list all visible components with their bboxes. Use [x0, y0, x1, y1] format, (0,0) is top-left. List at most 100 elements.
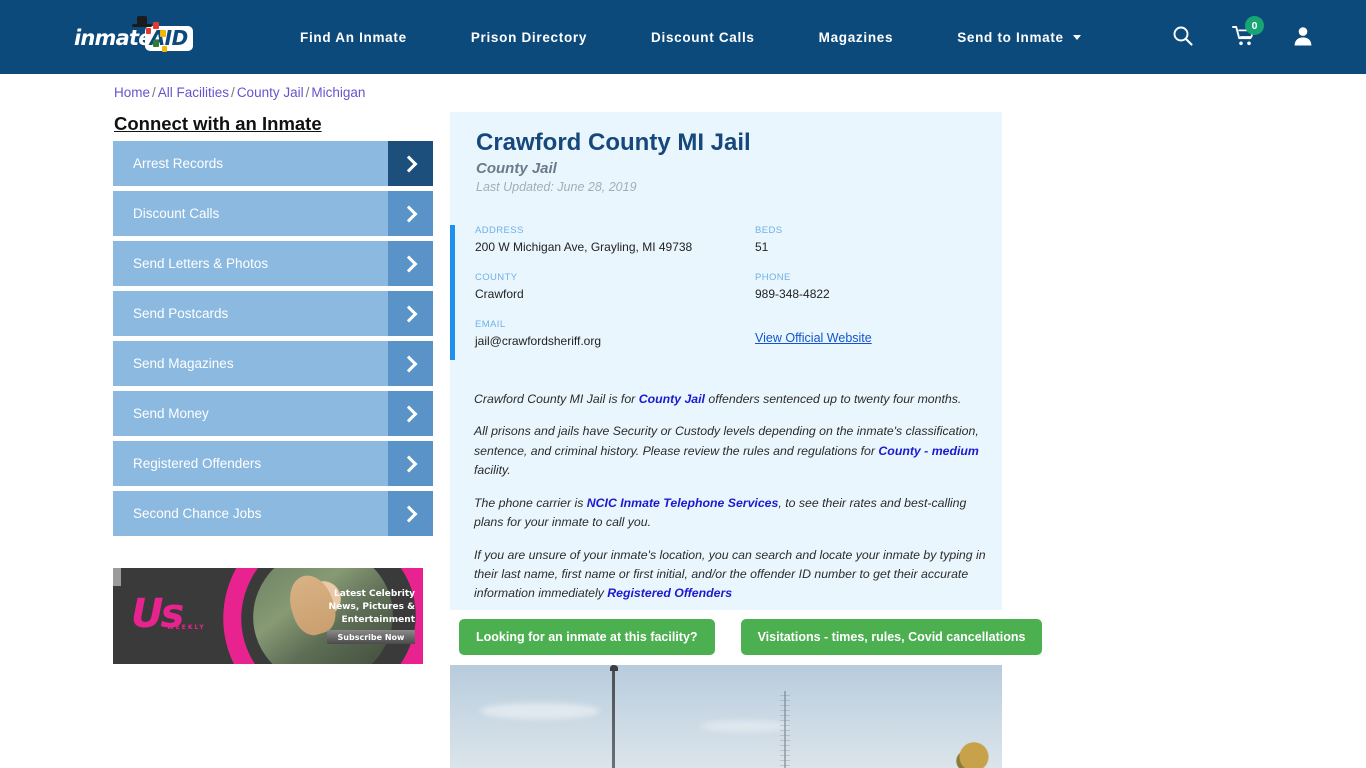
cloud	[700, 720, 790, 732]
sidebar-item-label: Send Money	[133, 406, 209, 421]
sidebar-item-label: Send Letters & Photos	[133, 256, 269, 271]
description-paragraph-2: All prisons and jails have Security or C…	[474, 422, 986, 480]
accent-bar	[450, 225, 455, 360]
sidebar-menu: Arrest Records Discount Calls Send Lette…	[113, 141, 433, 541]
sidebar-item-label: Discount Calls	[133, 206, 220, 221]
confetti-icon	[146, 28, 151, 34]
visitations-button[interactable]: Visitations - times, rules, Covid cancel…	[740, 619, 1043, 655]
detail-value: Crawford	[475, 287, 524, 301]
ad-tagline: Latest Celebrity News, Pictures & Entert…	[328, 589, 415, 626]
breadcrumb-separator: /	[152, 85, 156, 100]
breadcrumb: Home / All Facilities / County Jail / Michigan	[114, 85, 365, 100]
last-updated: Last Updated: June 28, 2019	[476, 180, 637, 194]
description-paragraph-3: The phone carrier is NCIC Inmate Telepho…	[474, 494, 986, 533]
nav-item-find-an-inmate[interactable]: Find An Inmate	[268, 30, 439, 45]
breadcrumb-item-all-facilities[interactable]: All Facilities	[158, 85, 229, 100]
sidebar-heading: Connect with an Inmate	[114, 113, 322, 134]
link-county-jail[interactable]: County Jail	[639, 392, 705, 406]
chevron-right-icon	[388, 141, 433, 186]
detail-label: COUNTY	[475, 272, 518, 283]
tree	[956, 740, 992, 768]
detail-value: 51	[755, 240, 769, 254]
find-inmate-button[interactable]: Looking for an inmate at this facility?	[459, 619, 715, 655]
detail-phone: PHONE 989-348-4822	[755, 272, 995, 301]
flagpole-top	[610, 665, 618, 671]
breadcrumb-item-michigan[interactable]: Michigan	[311, 85, 365, 100]
link-registered-offenders[interactable]: Registered Offenders	[607, 586, 732, 600]
sidebar-item-label: Send Magazines	[133, 356, 234, 371]
breadcrumb-item-home[interactable]: Home	[114, 85, 150, 100]
sidebar-item-label: Second Chance Jobs	[133, 506, 262, 521]
page-title: Crawford County MI Jail	[476, 129, 751, 156]
link-ncic[interactable]: NCIC Inmate Telephone Services	[587, 496, 779, 510]
chevron-right-icon	[388, 291, 433, 336]
advertisement-banner[interactable]: Us WEEKLY Latest Celebrity News, Picture…	[113, 568, 423, 664]
antenna-tower	[784, 691, 786, 768]
ad-brand-sub: WEEKLY	[167, 624, 206, 631]
confetti-icon	[162, 46, 167, 52]
description-paragraph-1: Crawford County MI Jail is for County Ja…	[474, 390, 986, 409]
logo-word: inmate	[74, 26, 152, 50]
detail-county: COUNTY Crawford	[475, 272, 755, 301]
detail-email: EMAIL jail@crawfordsheriff.org	[475, 319, 755, 348]
detail-value: 989-348-4822	[755, 287, 830, 301]
sidebar-item-registered-offenders[interactable]: Registered Offenders	[113, 441, 433, 486]
cart-icon[interactable]: 0	[1232, 16, 1264, 49]
facility-photo	[450, 665, 1002, 768]
chevron-down-icon	[1073, 34, 1082, 40]
nav-label: Send to Inmate	[957, 29, 1064, 45]
facility-description: Crawford County MI Jail is for County Ja…	[474, 390, 986, 617]
chevron-right-icon	[388, 391, 433, 436]
sidebar-item-discount-calls[interactable]: Discount Calls	[113, 191, 433, 236]
sidebar-item-arrest-records[interactable]: Arrest Records	[113, 141, 433, 186]
nav-item-prison-directory[interactable]: Prison Directory	[439, 30, 619, 45]
confetti-icon	[153, 40, 159, 47]
detail-label: BEDS	[755, 225, 783, 236]
nav-item-discount-calls[interactable]: Discount Calls	[619, 30, 787, 45]
nav-item-magazines[interactable]: Magazines	[787, 30, 926, 45]
sidebar-item-send-magazines[interactable]: Send Magazines	[113, 341, 433, 386]
breadcrumb-separator: /	[231, 85, 235, 100]
description-paragraph-4: If you are unsure of your inmate's locat…	[474, 546, 986, 604]
nav-label: Magazines	[818, 29, 894, 45]
text-fragment: offenders sentenced up to twenty four mo…	[704, 392, 962, 406]
sidebar-item-label: Send Postcards	[133, 306, 229, 321]
detail-value: 200 W Michigan Ave, Grayling, MI 49738	[475, 240, 693, 254]
detail-label: PHONE	[755, 272, 791, 283]
ad-corner-marker	[113, 568, 121, 586]
site-logo[interactable]: inmate AID	[74, 16, 193, 58]
sidebar-item-label: Registered Offenders	[133, 456, 262, 471]
sidebar-item-send-money[interactable]: Send Money	[113, 391, 433, 436]
confetti-icon	[153, 22, 159, 29]
chevron-right-icon	[388, 491, 433, 536]
confetti-icon	[160, 30, 166, 37]
logo-aid-badge: AID	[144, 25, 193, 51]
link-county-medium[interactable]: County - medium	[878, 444, 978, 458]
flagpole	[612, 665, 615, 768]
sidebar-item-send-letters-photos[interactable]: Send Letters & Photos	[113, 241, 433, 286]
user-icon[interactable]	[1292, 25, 1314, 49]
main-navigation: Find An Inmate Prison Directory Discount…	[268, 0, 1113, 74]
cloud	[480, 703, 600, 719]
facility-details: ADDRESS 200 W Michigan Ave, Grayling, MI…	[450, 225, 1002, 360]
sidebar-item-second-chance-jobs[interactable]: Second Chance Jobs	[113, 491, 433, 536]
chevron-right-icon	[388, 441, 433, 486]
site-header: inmate AID Find An Inmate Prison Directo…	[0, 0, 1366, 74]
top-hat-icon	[132, 14, 152, 27]
nav-item-send-to-inmate[interactable]: Send to Inmate	[925, 30, 1113, 45]
nav-label: Discount Calls	[651, 29, 755, 45]
sidebar-item-label: Arrest Records	[133, 156, 224, 171]
ad-subscribe-button[interactable]: Subscribe Now	[327, 630, 415, 644]
text-fragment: The phone carrier is	[474, 495, 587, 510]
sidebar-item-send-postcards[interactable]: Send Postcards	[113, 291, 433, 336]
search-icon[interactable]	[1172, 25, 1194, 49]
breadcrumb-separator: /	[305, 85, 310, 100]
breadcrumb-item-county-jail[interactable]: County Jail	[237, 85, 304, 100]
detail-value: jail@crawfordsheriff.org	[475, 334, 602, 348]
nav-label: Find An Inmate	[300, 29, 407, 45]
official-website-link[interactable]: View Official Website	[755, 331, 872, 345]
chevron-right-icon	[388, 191, 433, 236]
cart-count-badge: 0	[1245, 16, 1264, 35]
text-fragment: facility.	[474, 463, 511, 478]
chevron-right-icon	[388, 241, 433, 286]
